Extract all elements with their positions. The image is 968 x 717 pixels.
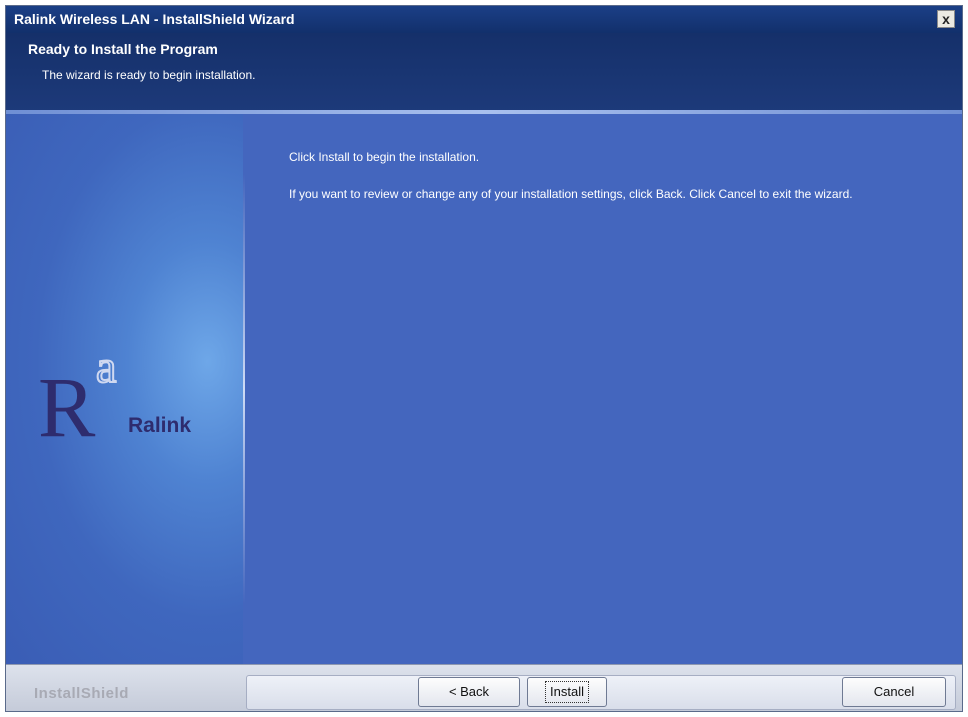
instruction-line-2: If you want to review or change any of y… [289,187,853,201]
header-subtitle: The wizard is ready to begin installatio… [42,68,256,82]
cancel-button[interactable]: Cancel [842,677,946,707]
install-button[interactable]: Install [527,677,607,707]
logo-letter-r: R [38,359,96,444]
window-title: Ralink Wireless LAN - InstallShield Wiza… [14,11,295,27]
left-graphic-panel: a R Ralink [6,114,243,664]
logo-wordmark: Ralink [128,414,191,437]
logo-letter-a: a [96,341,116,392]
header-title: Ready to Install the Program [28,41,218,57]
title-bar[interactable]: Ralink Wireless LAN - InstallShield Wiza… [6,6,962,33]
wizard-body: a R Ralink Click Install to begin the in… [6,114,962,664]
panel-divider [243,174,245,604]
instructions-text: Click Install to begin the installation.… [289,150,949,202]
install-button-label: Install [545,681,589,703]
wizard-header: Ready to Install the Program The wizard … [6,33,962,112]
installshield-brand: InstallShield [34,685,129,702]
close-button[interactable]: x [937,10,955,28]
instruction-line-1: Click Install to begin the installation. [289,150,480,164]
back-button[interactable]: < Back [418,677,520,707]
wizard-footer: InstallShield < Back Install Cancel [6,664,962,711]
ralink-logo: a R Ralink [38,340,191,444]
installshield-wizard-window: Ralink Wireless LAN - InstallShield Wiza… [5,5,963,712]
